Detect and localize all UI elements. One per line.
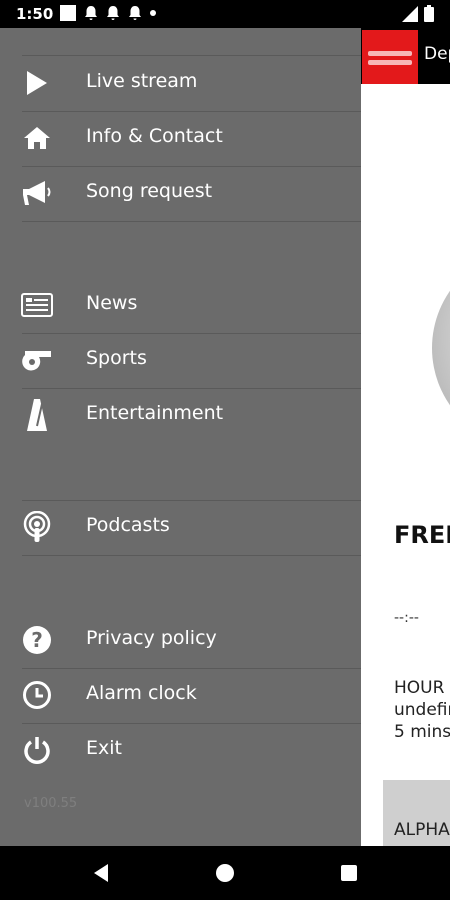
song-title: FREE: [394, 521, 450, 549]
home-circle-icon: [216, 864, 234, 882]
drawer-item-label: Alarm clock: [86, 682, 197, 704]
drawer-item-label: News: [86, 292, 138, 314]
drawer-item-podcasts[interactable]: Podcasts: [0, 500, 361, 555]
signal-icon: [402, 5, 418, 22]
whistle-icon: [20, 343, 54, 377]
navigation-drawer: Live stream Info & Contact Song request …: [0, 28, 361, 846]
podcast-icon: [20, 510, 54, 544]
dot-icon: [150, 10, 156, 16]
info-line: undefin: [394, 700, 450, 720]
menu-icon-bar: [368, 60, 412, 65]
album-art: [432, 248, 450, 448]
recents-button[interactable]: [334, 858, 364, 888]
drawer-item-label: Live stream: [86, 70, 198, 92]
app-screen: Dep FREE --:-- HOUR undefin 5 mins ALPHA…: [0, 28, 450, 846]
drawer-item-sports[interactable]: Sports: [0, 333, 361, 388]
power-icon: [20, 733, 54, 767]
battery-icon: [424, 5, 434, 22]
topbar-title: Dep: [424, 44, 450, 64]
system-navigation-bar: [0, 846, 450, 900]
news-icon: [20, 288, 54, 322]
back-icon: [94, 864, 108, 882]
system-status-icons: [402, 5, 434, 22]
metronome-icon: [20, 398, 54, 432]
drawer-item-info-contact[interactable]: Info & Contact: [0, 111, 361, 166]
info-line: HOUR: [394, 678, 445, 698]
drawer-item-news[interactable]: News: [0, 278, 361, 333]
back-button[interactable]: [86, 858, 116, 888]
recents-icon: [341, 865, 357, 881]
divider: [22, 555, 361, 556]
drawer-item-alarm-clock[interactable]: Alarm clock: [0, 668, 361, 723]
clock-icon: [20, 678, 54, 712]
drawer-item-label: Song request: [86, 180, 213, 202]
square-notification-icon: [60, 5, 76, 21]
home-button[interactable]: [210, 858, 240, 888]
program-card-text: ALPHA: [394, 820, 450, 840]
drawer-item-label: Podcasts: [86, 514, 170, 536]
menu-icon: [368, 51, 412, 56]
bell-icon: [85, 6, 97, 20]
notification-icons: [60, 5, 156, 21]
svg-text:?: ?: [31, 628, 43, 652]
drawer-item-label: Info & Contact: [86, 125, 223, 147]
drawer-item-label: Entertainment: [86, 402, 224, 424]
info-line: 5 mins: [394, 722, 450, 742]
bell-icon: [129, 6, 141, 20]
app-version: v100.55: [24, 796, 78, 811]
bell-icon: [107, 6, 119, 20]
megaphone-icon: [20, 176, 54, 210]
status-bar: 1:50: [0, 0, 450, 28]
drawer-item-song-request[interactable]: Song request: [0, 166, 361, 221]
menu-button[interactable]: [362, 30, 418, 84]
time-display: --:--: [394, 610, 419, 626]
help-icon: ?: [20, 623, 54, 657]
drawer-item-label: Privacy policy: [86, 627, 217, 649]
divider: [22, 221, 361, 222]
drawer-item-label: Sports: [86, 347, 147, 369]
play-icon: [20, 66, 54, 100]
drawer-item-label: Exit: [86, 737, 122, 759]
home-icon: [20, 121, 54, 155]
drawer-item-live-stream[interactable]: Live stream: [0, 56, 361, 111]
status-time: 1:50: [16, 5, 54, 23]
drawer-item-entertainment[interactable]: Entertainment: [0, 388, 361, 443]
drawer-item-privacy-policy[interactable]: ? Privacy policy: [0, 613, 361, 668]
drawer-item-exit[interactable]: Exit: [0, 723, 361, 778]
